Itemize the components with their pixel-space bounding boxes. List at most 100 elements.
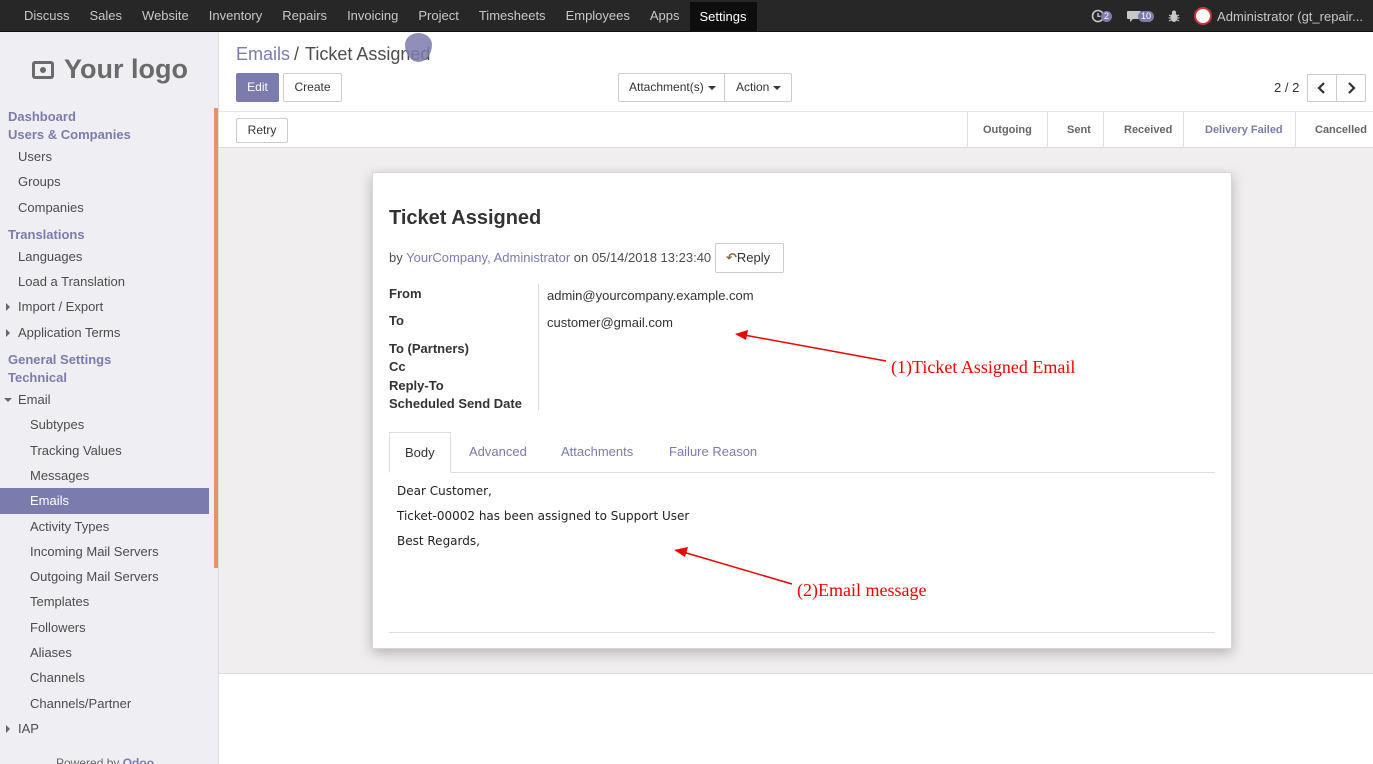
sidebar-item-users[interactable]: Users — [0, 144, 209, 169]
sidebar-item-label: Application Terms — [18, 324, 121, 340]
mail-subject: Ticket Assigned — [389, 207, 542, 229]
pager-previous-button[interactable] — [1307, 74, 1337, 102]
tab-advanced[interactable]: Advanced — [454, 432, 542, 473]
breadcrumb-emails[interactable]: Emails — [236, 44, 290, 64]
reply-arrow-icon: ↶ — [726, 250, 737, 265]
sidebar-item-incoming-mail-servers[interactable]: Incoming Mail Servers — [0, 539, 209, 564]
sidebar-item-activity-types[interactable]: Activity Types — [0, 514, 209, 539]
tab-body[interactable]: Body — [389, 432, 451, 473]
sidebar-item-translations[interactable]: Translations — [0, 226, 209, 244]
sidebar-scrollbar[interactable] — [214, 108, 218, 568]
tab-attachments[interactable]: Attachments — [546, 432, 648, 473]
powered-prefix: Powered by — [56, 756, 120, 764]
reply-button[interactable]: ↶Reply — [715, 243, 784, 273]
sidebar-item-general-settings[interactable]: General Settings — [0, 351, 209, 369]
user-menu[interactable]: Administrator (gt_repair... — [1217, 9, 1363, 24]
create-button[interactable]: Create — [283, 73, 342, 102]
caret-right-icon — [6, 724, 10, 733]
to-value[interactable]: customer@gmail.com — [547, 315, 673, 330]
camera-icon — [32, 60, 54, 79]
menu-settings[interactable]: Settings — [689, 2, 757, 31]
menu-invoicing[interactable]: Invoicing — [337, 0, 408, 32]
logo-text: Your logo — [64, 54, 188, 84]
sidebar-item-emails[interactable]: Emails — [0, 488, 209, 514]
chevron-left-icon — [1317, 82, 1325, 94]
body-line: Best Regards, — [397, 534, 480, 548]
status-divider — [967, 112, 968, 149]
attachments-dropdown[interactable]: Attachment(s) — [618, 73, 725, 102]
menu-repairs[interactable]: Repairs — [272, 0, 337, 32]
menu-project[interactable]: Project — [408, 0, 468, 32]
breadcrumb-separator: / — [294, 44, 300, 64]
menu-website[interactable]: Website — [132, 0, 199, 32]
status-delivery-failed[interactable]: Delivery Failed — [1205, 112, 1283, 149]
sidebar-item-channels[interactable]: Channels — [0, 665, 209, 690]
status-outgoing[interactable]: Outgoing — [983, 112, 1032, 149]
cc-label: Cc — [389, 359, 406, 374]
sidebar-item-groups[interactable]: Groups — [0, 169, 209, 194]
sidebar-item-outgoing-mail-servers[interactable]: Outgoing Mail Servers — [0, 564, 209, 589]
activity-clock-icon[interactable]: 2 — [1091, 9, 1113, 23]
sidebar-item-users-companies[interactable]: Users & Companies — [0, 126, 209, 144]
sidebar-item-label: Email — [18, 392, 51, 408]
app-menu: Discuss Sales Website Inventory Repairs … — [14, 0, 757, 32]
author-name-link[interactable]: Administrator — [494, 250, 571, 265]
annotation-email-message: (2)Email message — [797, 580, 927, 600]
activity-badge: 2 — [1101, 10, 1113, 22]
sidebar-item-aliases[interactable]: Aliases — [0, 640, 209, 665]
messages-badge: 10 — [1138, 10, 1155, 22]
tab-failure-reason[interactable]: Failure Reason — [654, 432, 772, 473]
pager-value[interactable]: 2 / 2 — [1274, 80, 1299, 95]
caret-right-icon — [6, 303, 10, 312]
menu-sales[interactable]: Sales — [80, 0, 133, 32]
form-sheet: Ticket Assigned by YourCompany, Administ… — [372, 172, 1232, 649]
menu-timesheets[interactable]: Timesheets — [469, 0, 556, 32]
status-sent[interactable]: Sent — [1067, 112, 1091, 149]
sidebar-item-companies[interactable]: Companies — [0, 195, 209, 220]
sidebar-item-load-translation[interactable]: Load a Translation — [0, 269, 209, 294]
sidebar-item-application-terms[interactable]: Application Terms — [0, 320, 209, 345]
sidebar-item-import-export[interactable]: Import / Export — [0, 294, 209, 319]
messages-icon[interactable]: 10 — [1126, 10, 1155, 23]
reply-label: Reply — [736, 250, 771, 265]
action-dropdown[interactable]: Action — [724, 73, 792, 102]
field-divider — [538, 284, 539, 410]
mail-date: on 05/14/2018 13:23:40 — [573, 250, 712, 265]
sidebar-item-followers[interactable]: Followers — [0, 615, 209, 640]
powered-by: Powered by Odoo — [56, 756, 154, 764]
sidebar-item-dashboard[interactable]: Dashboard — [0, 108, 209, 126]
caret-right-icon — [6, 328, 10, 337]
chevron-right-icon — [1348, 82, 1356, 94]
menu-inventory[interactable]: Inventory — [199, 0, 272, 32]
sidebar-item-technical[interactable]: Technical — [0, 369, 209, 387]
author-company-link[interactable]: YourCompany, — [406, 250, 491, 265]
from-value[interactable]: admin@yourcompany.example.com — [547, 288, 754, 303]
systray: 2 10 Administrator (gt_repair... — [1091, 0, 1363, 32]
sheet-separator — [389, 632, 1215, 633]
sidebar-item-messages[interactable]: Messages — [0, 463, 209, 488]
user-avatar[interactable] — [1194, 7, 1213, 25]
status-cancelled[interactable]: Cancelled — [1315, 112, 1367, 149]
edit-button[interactable]: Edit — [236, 73, 279, 102]
sidebar-item-email[interactable]: Email — [0, 387, 209, 412]
powered-brand[interactable]: Odoo — [123, 756, 154, 764]
sidebar-item-subtypes[interactable]: Subtypes — [0, 412, 209, 437]
status-received[interactable]: Received — [1124, 112, 1172, 149]
caret-down-icon — [773, 85, 782, 90]
retry-button[interactable]: Retry — [236, 118, 288, 143]
status-divider — [1183, 112, 1184, 149]
sidebar-item-iap[interactable]: IAP — [0, 716, 209, 741]
pager-next-button[interactable] — [1336, 74, 1366, 102]
menu-apps[interactable]: Apps — [640, 0, 690, 32]
from-label: From — [389, 286, 422, 301]
debug-bug-icon[interactable] — [1168, 10, 1180, 23]
sidebar-item-tracking-values[interactable]: Tracking Values — [0, 438, 209, 463]
menu-discuss[interactable]: Discuss — [14, 0, 80, 32]
mail-byline: by YourCompany, Administrator on 05/14/2… — [389, 250, 711, 265]
company-logo[interactable]: Your logo — [32, 54, 188, 85]
sidebar-item-templates[interactable]: Templates — [0, 589, 209, 614]
menu-employees[interactable]: Employees — [556, 0, 640, 32]
sidebar-item-languages[interactable]: Languages — [0, 244, 209, 269]
attachments-label: Attachment(s) — [629, 80, 704, 94]
sidebar-item-channels-partner[interactable]: Channels/Partner — [0, 691, 209, 716]
